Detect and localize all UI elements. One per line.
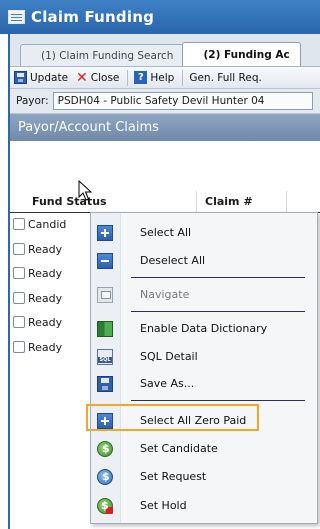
payor-field[interactable]: PSDH04 - Public Safety Devil Hunter 04 [52,92,313,110]
menu-item-label: Set Hold [140,499,187,512]
help-label: Help [150,71,175,84]
row-checkbox[interactable] [13,218,25,230]
save-icon [14,71,27,84]
panel-title: Payor/Account Claims [10,114,320,141]
menu-item-sql-detail[interactable]: SQL Detail [91,343,317,370]
menu-item-label: Navigate [140,288,190,301]
row-checkbox[interactable] [13,341,25,353]
context-menu: Select All Deselect All Navigate Enable … [90,212,318,524]
deselect-all-icon [97,253,113,269]
close-label: Close [90,71,120,84]
close-button[interactable]: ✕ Close [76,71,119,85]
menu-separator [131,277,305,278]
menu-item-set-request[interactable]: Set Request [91,463,317,490]
tab-claim-funding-search[interactable]: (1) Claim Funding Search [20,44,185,66]
column-header-claim-number[interactable]: Claim # [205,195,253,208]
money-request-icon [97,469,113,485]
save-icon [97,376,113,392]
money-hold-icon [97,498,113,514]
column-header-fund-status[interactable]: Fund Status [32,195,107,208]
grid-header: Fund Status Claim # [10,141,320,213]
menu-item-label: SQL Detail [140,350,198,363]
menu-item-save-as[interactable]: Save As... [91,370,317,397]
data-dictionary-icon [97,321,113,337]
update-label: Update [30,71,69,84]
window-title: Claim Funding [31,8,155,26]
row-checkbox[interactable] [13,243,25,255]
menu-separator [131,400,305,401]
navigate-icon [97,287,113,303]
help-icon: ? [134,71,148,84]
row-checkbox[interactable] [13,292,25,304]
menu-item-set-hold[interactable]: Set Hold [91,492,317,519]
fund-status-cell: Ready [28,242,63,256]
menu-item-label: Save As... [140,377,195,390]
app-window-icon [8,10,25,24]
tab-funding-account[interactable]: (2) Funding Ac [182,42,301,66]
fund-status-cell: Candid [28,217,67,231]
toolbar-separator [182,69,184,86]
menu-item-label: Set Request [140,470,207,483]
menu-item-label: Enable Data Dictionary [140,322,268,335]
fund-status-cell: Ready [28,291,63,305]
row-checkbox[interactable] [13,316,25,328]
column-divider [196,191,197,213]
tab-strip: (1) Claim Funding Search (2) Funding Ac [10,42,320,66]
select-all-icon [97,225,113,241]
menu-item-navigate: Navigate [91,281,317,308]
gen-full-req-label: Gen. Full Req. [189,71,262,84]
help-button[interactable]: ? Help [134,71,174,84]
menu-item-label: Set Candidate [140,442,218,455]
toolbar: Update ✕ Close ? Help Gen. Full Req. [10,66,320,89]
menu-item-label: Select All [140,226,192,239]
menu-separator [131,311,305,312]
close-icon: ✕ [76,69,88,86]
menu-item-enable-data-dictionary[interactable]: Enable Data Dictionary [91,315,317,342]
money-icon [97,441,113,457]
fund-status-cell: Ready [28,340,63,354]
sql-icon [97,349,113,365]
gen-full-req-button[interactable]: Gen. Full Req. [189,72,262,84]
row-checkbox[interactable] [13,267,25,279]
column-divider [286,191,287,213]
title-bar: Claim Funding [0,0,320,34]
payor-label: Payor: [16,95,49,107]
mouse-cursor-icon [78,180,92,201]
menu-item-select-all[interactable]: Select All [91,219,317,246]
highlight-box [86,404,259,431]
menu-item-deselect-all[interactable]: Deselect All [91,247,317,274]
menu-item-set-candidate[interactable]: Set Candidate [91,435,317,462]
fund-status-cell: Ready [28,315,63,329]
toolbar-separator [127,69,129,86]
update-button[interactable]: Update [14,71,68,84]
menu-item-label: Deselect All [140,254,206,267]
fund-status-cell: Ready [28,266,63,280]
payor-bar: Payor: PSDH04 - Public Safety Devil Hunt… [10,89,320,114]
